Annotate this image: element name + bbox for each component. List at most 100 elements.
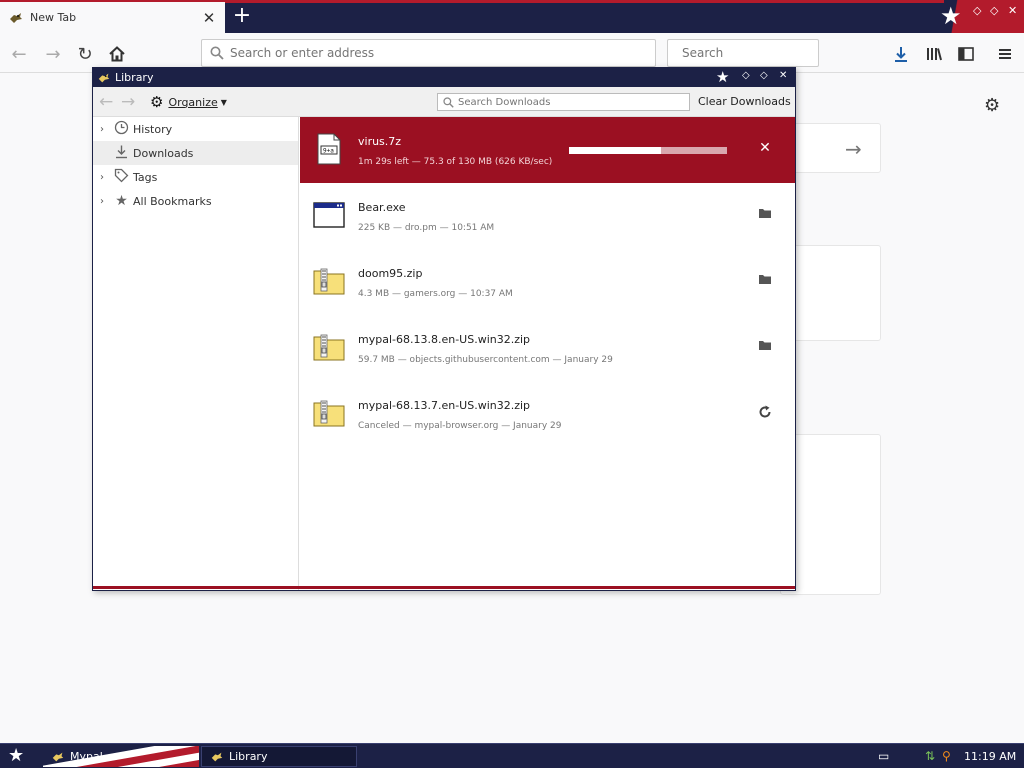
tab-title: New Tab — [30, 11, 77, 24]
download-item[interactable]: doom95.zip 4.3 MB — gamers.org — 10:37 A… — [300, 249, 795, 315]
sidebar-button[interactable] — [953, 41, 979, 67]
folder-icon[interactable] — [756, 339, 774, 357]
sidebar-item-label: Downloads — [133, 146, 194, 160]
mypal-bird-icon — [98, 73, 110, 82]
search-input[interactable] — [682, 46, 832, 60]
forward-button[interactable]: → — [40, 41, 66, 67]
new-tab-button[interactable]: + — [228, 3, 256, 31]
organize-button[interactable]: ⚙ Organize ▼ — [150, 93, 227, 111]
mypal-bird-icon — [10, 12, 22, 23]
organize-label: Organize — [168, 95, 218, 109]
mypal-bird-icon — [211, 752, 223, 761]
sidebar-item-all-bookmarks[interactable]: › ★ All Bookmarks — [93, 189, 298, 213]
library-window: Library ★ ◇ ◇ ✕ ← → ⚙ Organize ▼ Clear D… — [92, 67, 796, 591]
maximize-window-icon[interactable]: ◇ — [760, 70, 768, 81]
star-icon: ★ — [115, 193, 128, 209]
library-back-button[interactable]: ← — [99, 92, 113, 112]
download-status: 4.3 MB — gamers.org — 10:37 AM — [358, 289, 513, 299]
search-icon — [443, 96, 454, 108]
download-name: mypal-68.13.8.en-US.win32.zip — [358, 333, 531, 346]
zip-folder-icon — [313, 400, 345, 427]
taskbar-item-label: Library — [229, 750, 268, 763]
library-forward-button[interactable]: → — [121, 92, 135, 112]
page-search-arrow-icon[interactable]: → — [845, 137, 862, 161]
library-button[interactable] — [921, 41, 947, 67]
taskbar-item-label: Mypal — [70, 750, 103, 763]
mypal-bird-icon — [52, 752, 64, 761]
clear-downloads-button[interactable]: Clear Downloads — [698, 95, 791, 108]
tag-icon — [113, 168, 130, 187]
minimize-window-icon[interactable]: ◇ — [973, 4, 981, 17]
download-item[interactable]: mypal-68.13.7.en-US.win32.zip Canceled —… — [300, 381, 795, 447]
folder-icon[interactable] — [756, 207, 774, 225]
star-logo-icon: ★ — [716, 68, 730, 86]
folder-icon[interactable] — [756, 273, 774, 291]
keyboard-icon[interactable]: ▭ — [878, 749, 889, 763]
url-input[interactable] — [230, 46, 655, 60]
download-progress-fill — [569, 147, 661, 154]
download-status: 1m 29s left — 75.3 of 130 MB (626 KB/sec… — [358, 157, 553, 167]
chevron-right-icon[interactable]: › — [100, 124, 110, 135]
tab-new-tab[interactable]: New Tab ✕ — [0, 2, 225, 33]
chevron-right-icon[interactable]: › — [100, 172, 110, 183]
download-icon — [895, 47, 907, 62]
home-icon — [109, 46, 125, 62]
menu-button[interactable] — [992, 41, 1018, 67]
close-window-icon[interactable]: ✕ — [1008, 4, 1017, 17]
download-icon — [113, 144, 130, 163]
download-item[interactable]: Bear.exe 225 KB — dro.pm — 10:51 AM — [300, 183, 795, 249]
download-name: mypal-68.13.7.en-US.win32.zip — [358, 399, 531, 412]
network-icon[interactable]: ⇅ — [925, 749, 935, 763]
star-logo-icon: ★ — [940, 2, 962, 30]
downloads-button[interactable] — [888, 41, 914, 67]
page-settings-gear-icon[interactable]: ⚙ — [984, 95, 1000, 116]
url-bar[interactable] — [201, 39, 656, 67]
taskbar-item-mypal[interactable]: Mypal — [43, 746, 199, 767]
svg-text:9+a: 9+a — [323, 148, 334, 155]
chevron-right-icon[interactable]: › — [100, 196, 110, 207]
download-name: virus.7z — [358, 135, 402, 148]
download-item-active[interactable]: 9+a virus.7z 1m 29s left — 75.3 of 130 M… — [300, 117, 795, 183]
search-icon — [210, 46, 224, 60]
download-status: Canceled — mypal-browser.org — January 2… — [358, 421, 562, 431]
taskbar-item-library[interactable]: Library — [201, 746, 357, 767]
taskbar-clock: 11:19 AM — [964, 750, 1017, 763]
sidebar-item-label: All Bookmarks — [133, 194, 212, 208]
library-icon — [927, 48, 942, 61]
reload-button[interactable]: ↻ — [72, 41, 98, 67]
sidebar-item-downloads[interactable]: Downloads — [93, 141, 298, 165]
sidebar-item-tags[interactable]: › Tags — [93, 165, 298, 189]
downloads-search-input[interactable] — [458, 96, 689, 108]
sidebar-icon — [958, 47, 974, 61]
download-progress-bar — [569, 147, 727, 154]
home-button[interactable] — [104, 41, 130, 67]
sidebar-item-label: Tags — [133, 170, 158, 184]
retry-icon[interactable] — [756, 405, 774, 423]
maximize-window-icon[interactable]: ◇ — [990, 4, 998, 17]
clock-icon — [113, 120, 130, 139]
cancel-icon[interactable]: ✕ — [756, 140, 774, 158]
search-bar[interactable] — [667, 39, 832, 67]
library-toolbar: ← → ⚙ Organize ▼ Clear Downloads — [93, 87, 795, 117]
tab-strip: New Tab ✕ + ★ ◇ ◇ ✕ — [0, 0, 1024, 33]
gear-icon: ⚙ — [150, 93, 164, 111]
tab-close-icon[interactable]: ✕ — [201, 9, 217, 27]
back-button[interactable]: ← — [6, 41, 32, 67]
start-menu-star-icon[interactable]: ★ — [8, 745, 24, 766]
minimize-window-icon[interactable]: ◇ — [742, 70, 750, 81]
download-name: Bear.exe — [358, 201, 406, 214]
sidebar-item-history[interactable]: › History — [93, 117, 298, 141]
library-bottom-accent — [93, 586, 795, 589]
library-sidebar: › History Downloads › Tags › ★ All Bookm… — [93, 117, 299, 590]
close-window-icon[interactable]: ✕ — [779, 70, 787, 81]
downloads-search-box[interactable] — [437, 93, 690, 111]
exe-window-icon — [313, 202, 345, 228]
menu-icon — [999, 49, 1011, 59]
library-titlebar: Library — [93, 68, 795, 87]
downloads-list: 9+a virus.7z 1m 29s left — 75.3 of 130 M… — [300, 117, 795, 590]
library-title: Library — [115, 71, 154, 84]
download-item[interactable]: mypal-68.13.8.en-US.win32.zip 59.7 MB — … — [300, 315, 795, 381]
download-status: 225 KB — dro.pm — 10:51 AM — [358, 223, 495, 233]
zip-folder-icon — [313, 268, 345, 295]
search-tray-icon[interactable]: ⚲ — [942, 749, 951, 763]
